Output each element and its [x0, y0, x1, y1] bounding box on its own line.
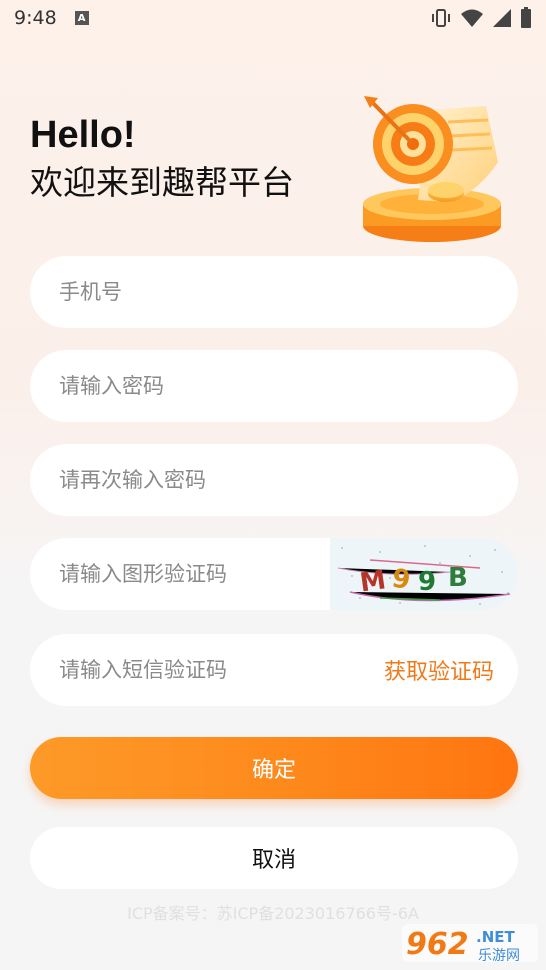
password-confirm-input[interactable] — [59, 468, 339, 492]
status-time: 9:48 — [14, 7, 57, 29]
get-code-button[interactable]: 获取验证码 — [384, 634, 494, 706]
password-field[interactable] — [30, 350, 518, 422]
hello-heading: Hello! — [30, 114, 136, 156]
wifi-icon — [461, 9, 483, 27]
captcha-char: B — [448, 563, 468, 593]
phone-field[interactable] — [30, 256, 518, 328]
greeting-block: Hello! 欢迎来到趣帮平台 — [30, 112, 294, 208]
signal-icon — [493, 9, 511, 27]
target-coin-illustration-icon — [363, 96, 501, 242]
watermark-site: 乐游网 — [478, 948, 520, 964]
phone-input[interactable] — [59, 280, 339, 304]
sms-code-field[interactable]: 获取验证码 — [30, 634, 518, 706]
site-watermark-logo: 962 .NET 乐游网 — [402, 924, 538, 964]
password-confirm-field[interactable] — [30, 444, 518, 516]
captcha-input[interactable] — [59, 562, 339, 586]
vibrate-icon — [432, 9, 450, 27]
confirm-button[interactable]: 确定 — [30, 737, 518, 799]
sms-code-input[interactable] — [59, 658, 339, 682]
battery-icon — [521, 7, 531, 28]
captcha-char: M — [358, 565, 388, 598]
captcha-field[interactable]: M 9 9 B — [30, 538, 518, 610]
captcha-char: 9 — [418, 567, 436, 597]
status-bar: 9:48 A — [0, 0, 546, 36]
cancel-button[interactable]: 取消 — [30, 827, 518, 889]
welcome-text: 欢迎来到趣帮平台 — [30, 163, 294, 202]
watermark-net: .NET — [476, 928, 515, 946]
captcha-image[interactable]: M 9 9 B — [330, 538, 518, 610]
watermark-number: 962 — [406, 927, 469, 962]
password-input[interactable] — [59, 374, 339, 398]
notification-a-icon: A — [74, 11, 89, 25]
